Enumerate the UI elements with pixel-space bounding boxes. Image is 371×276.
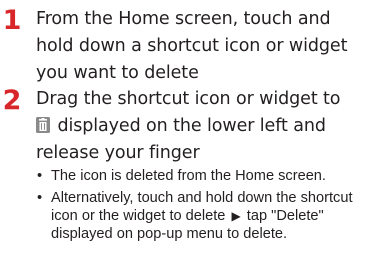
- note-item: • The icon is deleted from the Home scre…: [36, 167, 369, 185]
- trash-icon: [36, 117, 50, 133]
- step-number: 2: [2, 85, 22, 116]
- bullet: •: [37, 190, 43, 206]
- instruction-text: displayed on the lower left and release …: [36, 116, 326, 163]
- note-text: The icon is deleted from the Home screen…: [51, 168, 326, 184]
- step-instruction: From the Home screen, touch and hold dow…: [36, 9, 348, 83]
- arrow-right-icon: ▶: [231, 209, 241, 223]
- step-number: 1: [2, 5, 22, 36]
- step-instruction: Drag the shortcut icon or widget to disp…: [36, 86, 369, 167]
- instruction-text: Drag the shortcut icon or widget to: [36, 89, 341, 109]
- notes-list: • The icon is deleted from the Home scre…: [36, 167, 369, 243]
- bullet: •: [37, 168, 43, 184]
- note-item: • Alternatively, touch and hold down the…: [36, 189, 369, 243]
